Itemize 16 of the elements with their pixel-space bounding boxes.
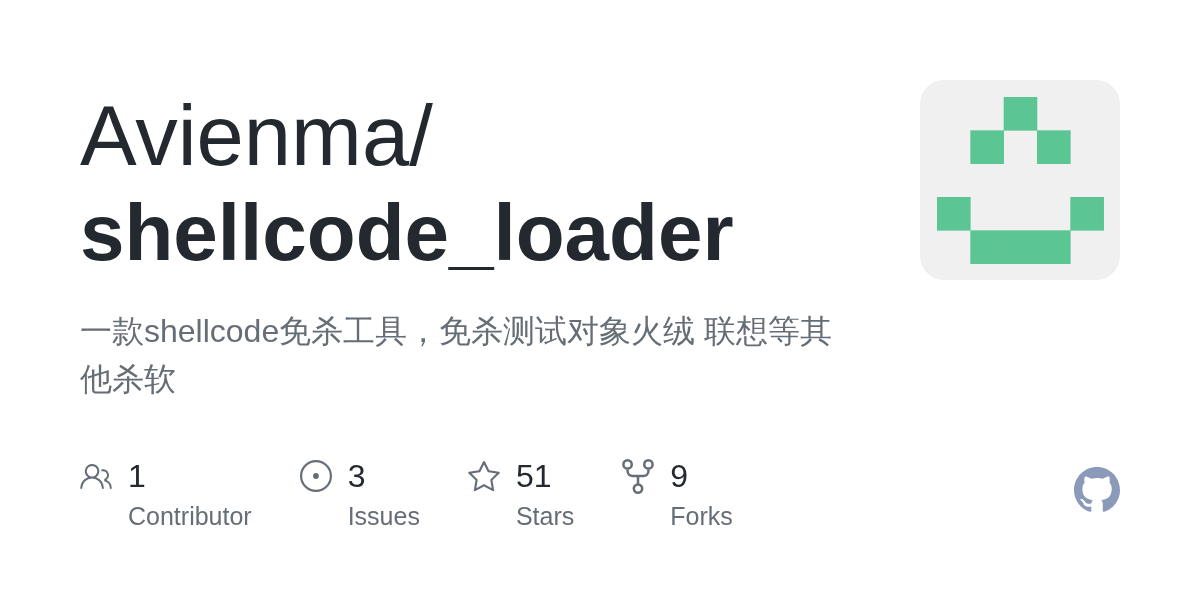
pixel-avatar-icon (920, 80, 1120, 280)
people-icon (80, 463, 112, 489)
stat-label: Stars (515, 501, 575, 532)
stat-count: 3 (347, 457, 366, 496)
stat-label: Issues (347, 501, 420, 532)
stat-count: 1 (128, 457, 146, 496)
stat-count: 9 (670, 457, 689, 496)
repo-name: shellcode_loader (80, 187, 734, 279)
octocat-logo-icon (1074, 467, 1120, 513)
star-icon (467, 460, 500, 492)
fork-icon (622, 458, 655, 494)
repo-owner: Avienma/ (80, 87, 433, 184)
stat-label: Forks (670, 501, 733, 532)
stat-count: 51 (515, 457, 552, 496)
stat-label: Contributor (128, 501, 252, 532)
repo-description: 一款shellcode免杀工具，免杀测试对象火绒 联想等其他杀软 (80, 312, 834, 399)
